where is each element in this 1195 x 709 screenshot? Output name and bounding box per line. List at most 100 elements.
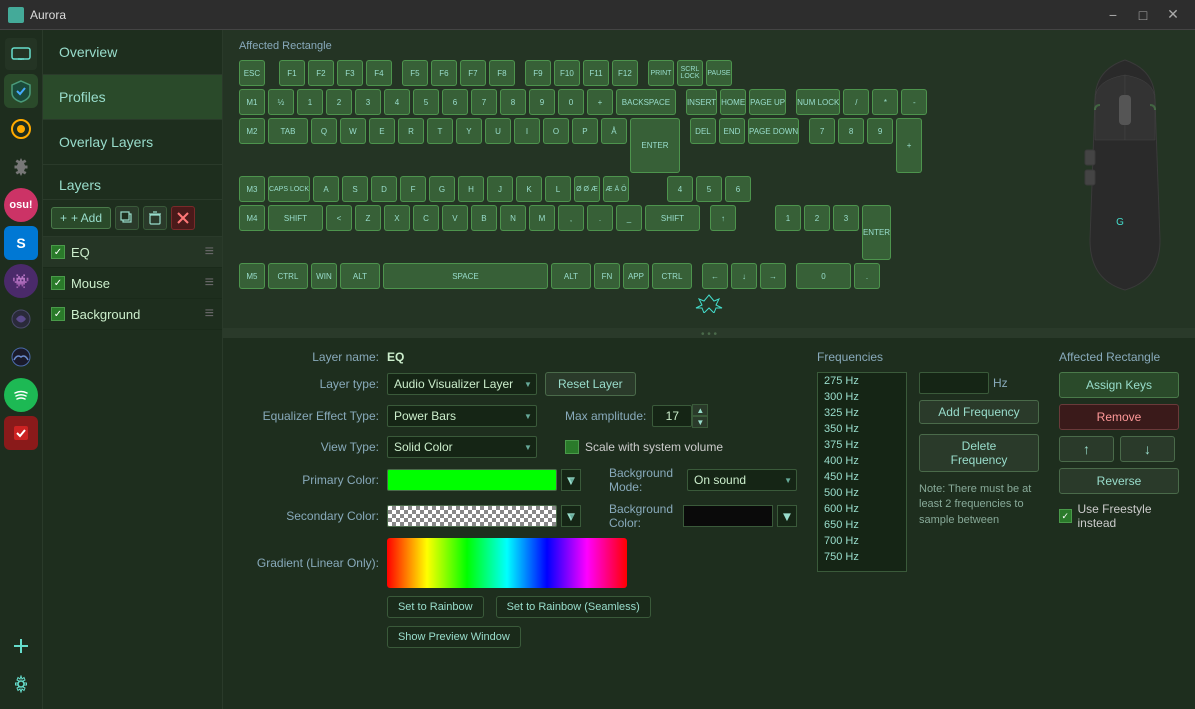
key-num9[interactable]: 9 <box>867 118 893 144</box>
key-v[interactable]: V <box>442 205 468 231</box>
key-m1[interactable]: M1 <box>239 89 265 115</box>
key-q[interactable]: Q <box>311 118 337 144</box>
key-m4[interactable]: M4 <box>239 205 265 231</box>
delete-frequency-button[interactable]: Delete Frequency <box>919 434 1039 472</box>
key-caps[interactable]: CAPS LOCK <box>268 176 310 202</box>
key-h[interactable]: H <box>458 176 484 202</box>
key-end[interactable]: END <box>719 118 745 144</box>
key-f12[interactable]: F12 <box>612 60 638 86</box>
layer-type-select[interactable]: Audio Visualizer Layer <box>387 373 537 395</box>
key-f9[interactable]: F9 <box>525 60 551 86</box>
assign-keys-button[interactable]: Assign Keys <box>1059 372 1179 398</box>
nav-overview[interactable]: Overview <box>43 30 222 75</box>
key-m2[interactable]: M2 <box>239 118 265 144</box>
amplitude-up[interactable]: ▲ <box>692 404 708 416</box>
key-scrllock[interactable]: SCRLLOCK <box>677 60 703 86</box>
key-lctrl[interactable]: CTRL <box>268 263 308 289</box>
key-m[interactable]: M <box>529 205 555 231</box>
view-type-select[interactable]: Solid Color <box>387 436 537 458</box>
app-icon-overwatch[interactable] <box>4 112 38 146</box>
key-6[interactable]: 6 <box>442 89 468 115</box>
key-win[interactable]: WIN <box>311 263 337 289</box>
key-ae[interactable]: Æ Ä Ö <box>603 176 629 202</box>
key-2[interactable]: 2 <box>326 89 352 115</box>
key-num0[interactable]: 0 <box>796 263 851 289</box>
key-num4[interactable]: 4 <box>667 176 693 202</box>
key-fn[interactable]: FN <box>594 263 620 289</box>
primary-color-dropdown-btn[interactable]: ▼ <box>561 469 581 491</box>
key-f[interactable]: F <box>400 176 426 202</box>
key-p[interactable]: P <box>572 118 598 144</box>
key-backspace[interactable]: BACKSPACE <box>616 89 676 115</box>
key-insert[interactable]: INSERT <box>686 89 717 115</box>
key-lalt[interactable]: ALT <box>340 263 380 289</box>
key-f7[interactable]: F7 <box>460 60 486 86</box>
key-pgdn[interactable]: PAGE DOWN <box>748 118 799 144</box>
freq-400[interactable]: 400 Hz <box>818 453 906 469</box>
freq-450[interactable]: 450 Hz <box>818 469 906 485</box>
key-a[interactable]: A <box>313 176 339 202</box>
key-t[interactable]: T <box>427 118 453 144</box>
key-lshift[interactable]: SHIFT <box>268 205 323 231</box>
freq-700[interactable]: 700 Hz <box>818 533 906 549</box>
key-f11[interactable]: F11 <box>583 60 609 86</box>
eq-effect-select[interactable]: Power Bars <box>387 405 537 427</box>
key-numdiv[interactable]: / <box>843 89 869 115</box>
key-1[interactable]: 1 <box>297 89 323 115</box>
key-enter-top[interactable]: ENTER <box>630 118 680 173</box>
key-f2[interactable]: F2 <box>308 60 334 86</box>
key-num5[interactable]: 5 <box>696 176 722 202</box>
key-aa[interactable]: Å <box>601 118 627 144</box>
use-freestyle-checkbox[interactable]: ✓ <box>1059 509 1072 523</box>
maximize-button[interactable]: □ <box>1129 5 1157 25</box>
app-icon-monitor[interactable] <box>5 38 37 70</box>
key-numlock[interactable]: NUM LOCK <box>796 89 840 115</box>
key-f5[interactable]: F5 <box>402 60 428 86</box>
key-f10[interactable]: F10 <box>554 60 580 86</box>
set-rainbow-seamless-button[interactable]: Set to Rainbow (Seamless) <box>496 596 651 618</box>
layer-checkbox-mouse[interactable]: ✓ <box>51 276 65 290</box>
move-down-button[interactable]: ↓ <box>1120 436 1175 462</box>
key-m5[interactable]: M5 <box>239 263 265 289</box>
key-b[interactable]: B <box>471 205 497 231</box>
layer-checkbox-eq[interactable]: ✓ <box>51 245 65 259</box>
freq-650[interactable]: 650 Hz <box>818 517 906 533</box>
layer-menu-eq[interactable]: ≡ <box>205 243 214 261</box>
background-mode-select[interactable]: On sound <box>687 469 797 491</box>
copy-layer-button[interactable] <box>115 206 139 230</box>
key-f3[interactable]: F3 <box>337 60 363 86</box>
layer-checkbox-background[interactable]: ✓ <box>51 307 65 321</box>
key-space[interactable]: SPACE <box>383 263 548 289</box>
key-num2[interactable]: 2 <box>804 205 830 231</box>
remove-all-button[interactable] <box>171 206 195 230</box>
key-nummul[interactable]: * <box>872 89 898 115</box>
amplitude-down[interactable]: ▼ <box>692 416 708 428</box>
key-s[interactable]: S <box>342 176 368 202</box>
app-icon-purple-circle[interactable]: 👾 <box>4 264 38 298</box>
key-downarrow[interactable]: ↓ <box>731 263 757 289</box>
key-num7[interactable]: 7 <box>809 118 835 144</box>
key-numminus[interactable]: - <box>901 89 927 115</box>
hz-input[interactable] <box>919 372 989 394</box>
app-icon-red[interactable] <box>4 416 38 450</box>
key-numdot[interactable]: . <box>854 263 880 289</box>
freq-500[interactable]: 500 Hz <box>818 485 906 501</box>
move-up-button[interactable]: ↑ <box>1059 436 1114 462</box>
key-oslash[interactable]: Ø Ø Æ <box>574 176 600 202</box>
key-9[interactable]: 9 <box>529 89 555 115</box>
background-color-dropdown-btn[interactable]: ▼ <box>777 505 797 527</box>
key-esc[interactable]: ESC <box>239 60 265 86</box>
gradient-bar[interactable] <box>387 538 627 588</box>
freq-375[interactable]: 375 Hz <box>818 437 906 453</box>
close-button[interactable]: ✕ <box>1159 5 1187 25</box>
layer-item-background[interactable]: ✓ Background ≡ <box>43 299 222 330</box>
key-g[interactable]: G <box>429 176 455 202</box>
secondary-color-dropdown-btn[interactable]: ▼ <box>561 505 581 527</box>
freq-275[interactable]: 275 Hz <box>818 373 906 389</box>
show-preview-button[interactable]: Show Preview Window <box>387 626 521 648</box>
key-del[interactable]: DEL <box>690 118 716 144</box>
layer-item-eq[interactable]: ✓ EQ ≡ <box>43 237 222 268</box>
app-icon-osu[interactable]: osu! <box>4 188 38 222</box>
amplitude-input[interactable] <box>652 405 692 427</box>
key-tab[interactable]: TAB <box>268 118 308 144</box>
